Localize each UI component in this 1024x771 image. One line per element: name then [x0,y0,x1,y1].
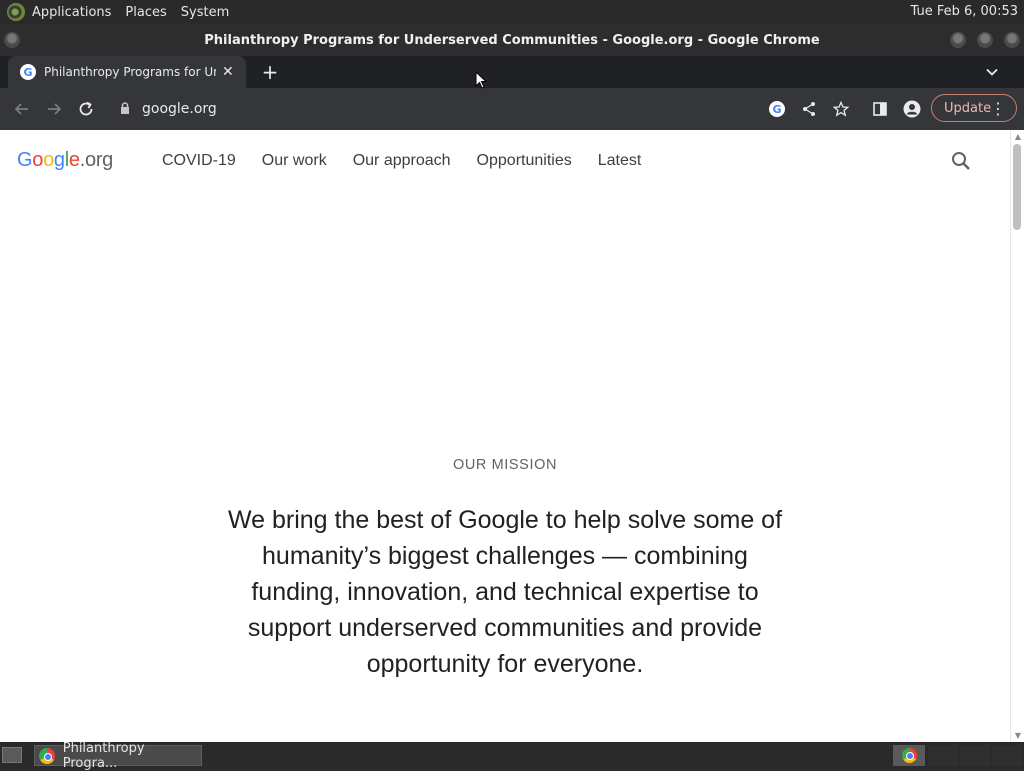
forward-arrow-icon[interactable] [43,98,65,120]
scrollbar-thumb[interactable] [1013,144,1021,230]
address-bar[interactable]: google.org [108,94,758,124]
google-favicon-icon: G [20,64,36,80]
search-icon[interactable] [950,150,972,172]
bookmark-star-icon[interactable] [830,98,852,120]
chrome-icon [39,747,55,764]
reload-icon[interactable] [75,98,97,120]
google-lens-icon[interactable]: G [766,98,788,120]
nav-latest[interactable]: Latest [598,152,642,170]
nav-our-approach[interactable]: Our approach [353,152,451,170]
tab-search-chevron-icon[interactable] [982,62,1002,82]
window-titlebar[interactable]: Philanthropy Programs for Underserved Co… [0,24,1024,56]
show-desktop-icon[interactable] [2,747,22,763]
os-top-panel: Applications Places System Tue Feb 6, 00… [0,0,1024,24]
os-logo-icon[interactable] [7,3,25,21]
nav-opportunities[interactable]: Opportunities [477,152,572,170]
tab-title: Philanthropy Programs for Underserved Co… [44,65,216,79]
svg-text:G: G [772,103,781,116]
mouse-cursor-icon [475,71,487,89]
google-org-logo[interactable]: Google.org [17,149,113,172]
close-window-icon[interactable] [1004,32,1020,48]
side-panel-icon[interactable] [869,98,891,120]
taskbar-item-label: Philanthropy Progra... [62,740,145,771]
scroll-up-arrow-icon[interactable]: ▲ [1013,132,1023,141]
workspace-2[interactable] [928,745,958,766]
browser-tab-active[interactable]: G Philanthropy Programs for Underserved … [8,56,246,88]
mission-eyebrow-label: OUR MISSION [452,457,558,473]
lock-icon[interactable] [120,101,134,117]
share-icon[interactable] [798,98,820,120]
menu-applications[interactable]: Applications [32,5,111,20]
more-menu-kebab-icon[interactable]: ⋮ [990,99,1006,118]
mission-statement: We bring the best of Google to help solv… [227,506,783,678]
clock[interactable]: Tue Feb 6, 00:53 [911,4,1019,19]
scroll-down-arrow-icon[interactable]: ▼ [1013,731,1023,740]
profile-avatar-icon[interactable] [901,98,923,120]
browser-toolbar: google.org G Update ⋮ [0,88,1024,130]
menu-system[interactable]: System [181,5,229,20]
page-scrollbar[interactable]: ▲ ▼ [1010,130,1024,742]
chrome-tray-icon [901,748,917,763]
os-taskbar: Philanthropy Progra... [0,741,1024,771]
nav-our-work[interactable]: Our work [262,152,327,170]
update-label: Update [944,100,992,116]
menu-places[interactable]: Places [125,5,166,20]
tab-strip: G Philanthropy Programs for Underserved … [0,56,1024,88]
update-button[interactable]: Update ⋮ [931,94,1017,122]
web-page-content: Google.org COVID-19 Our work Our approac… [0,130,1010,742]
new-tab-button[interactable]: + [258,60,282,84]
taskbar-window-chrome[interactable]: Philanthropy Progra... [34,741,202,771]
url-text[interactable]: google.org [142,101,217,117]
workspace-3[interactable] [960,745,990,766]
back-arrow-icon[interactable] [11,98,33,120]
window-menu-icon[interactable] [4,32,20,48]
workspace-4[interactable] [992,745,1022,766]
nav-covid-19[interactable]: COVID-19 [162,152,236,170]
close-tab-icon[interactable]: ✕ [222,64,234,80]
minimize-icon[interactable] [950,32,966,48]
workspace-1-chrome[interactable] [893,745,925,766]
window-title: Philanthropy Programs for Underserved Co… [204,32,820,48]
maximize-icon[interactable] [977,32,993,48]
site-navigation: COVID-19 Our work Our approach Opportuni… [162,152,667,170]
